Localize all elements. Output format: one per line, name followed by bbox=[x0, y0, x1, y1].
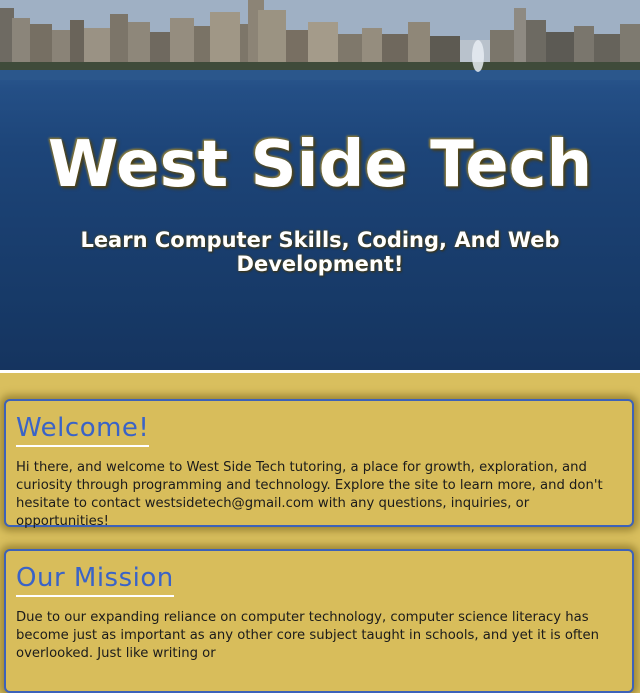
mission-text: Due to our expanding reliance on compute… bbox=[16, 610, 599, 661]
site-tagline: Learn Computer Skills, Coding, And Web D… bbox=[80, 228, 560, 276]
mission-heading: Our Mission bbox=[16, 563, 174, 597]
hero-banner: West Side Tech Learn Computer Skills, Co… bbox=[0, 0, 640, 370]
site-title: West Side Tech bbox=[47, 128, 593, 202]
welcome-heading: Welcome! bbox=[16, 413, 150, 447]
welcome-card: Welcome! Hi there, and welcome to West S… bbox=[4, 399, 634, 529]
city-skyline-image bbox=[0, 0, 640, 80]
welcome-text: Hi there, and welcome to West Side Tech … bbox=[16, 460, 603, 529]
main-content: Welcome! Hi there, and welcome to West S… bbox=[0, 373, 640, 693]
mission-card: Our Mission Due to our expanding relianc… bbox=[4, 549, 634, 693]
